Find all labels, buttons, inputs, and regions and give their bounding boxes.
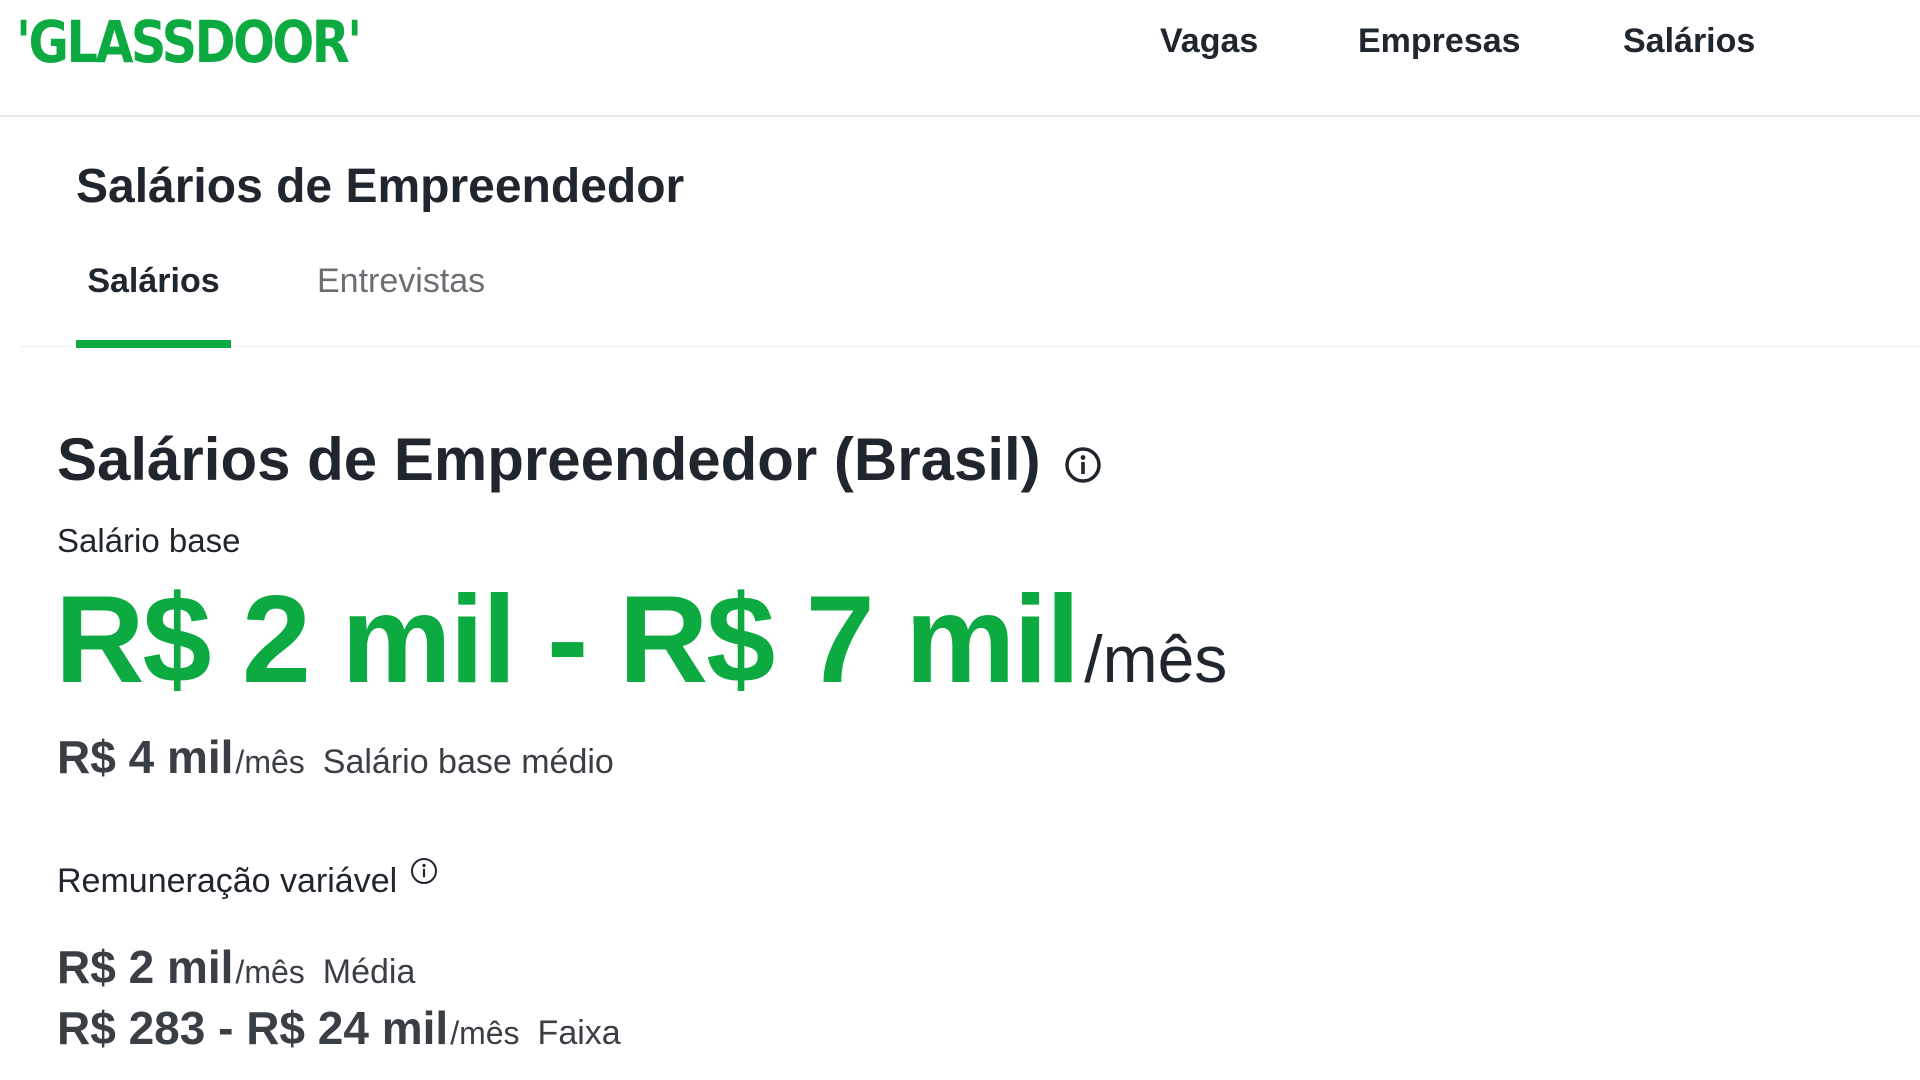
page-title-text: Salários de Empreendedor (Brasil) (57, 426, 1041, 493)
base-salary-range: R$ 2 mil - R$ 7 mil /mês (55, 575, 1227, 705)
active-tab-indicator (76, 340, 231, 348)
base-average-label: Salário base médio (322, 743, 614, 781)
nav-empresas[interactable]: Empresas (1358, 16, 1521, 66)
base-salary-average: R$ 4 mil /mês Salário base médio (57, 730, 614, 784)
variable-pay-average: R$ 2 mil /mês Média (57, 940, 415, 994)
occupation-tabs: Salários Entrevistas (20, 250, 1920, 348)
base-salary-range-unit: /mês (1084, 622, 1228, 696)
variable-pay-label-text: Remuneração variável (57, 862, 398, 900)
glassdoor-logo[interactable]: 'GLASSDOOR' (16, 6, 362, 78)
tab-entrevistas[interactable]: Entrevistas (317, 250, 485, 347)
variable-average-label: Média (322, 953, 416, 991)
variable-range-value: R$ 283 - R$ 24 mil (57, 1002, 449, 1054)
tab-salarios[interactable]: Salários (76, 250, 231, 348)
variable-range-unit: /mês (450, 1015, 520, 1051)
tab-salarios-label: Salários (87, 262, 220, 300)
variable-pay-range: R$ 283 - R$ 24 mil /mês Faixa (57, 1001, 621, 1055)
base-salary-label: Salário base (57, 522, 241, 559)
info-icon[interactable] (1063, 445, 1103, 485)
variable-average-value: R$ 2 mil (57, 941, 234, 993)
variable-range-label: Faixa (537, 1014, 621, 1052)
base-average-unit: /mês (235, 744, 305, 780)
nav-vagas[interactable]: Vagas (1160, 16, 1258, 66)
tab-entrevistas-label: Entrevistas (317, 262, 486, 300)
info-icon[interactable] (409, 856, 439, 886)
nav-salarios[interactable]: Salários (1623, 16, 1755, 66)
occupation-title: Salários de Empreendedor (76, 160, 685, 213)
page-title: Salários de Empreendedor (Brasil) (57, 425, 1103, 495)
top-header: 'GLASSDOOR' Vagas Empresas Salários (0, 0, 1920, 117)
base-average-value: R$ 4 mil (57, 731, 234, 783)
variable-average-unit: /mês (235, 954, 305, 990)
variable-pay-label: Remuneração variável (57, 858, 439, 901)
base-salary-range-value: R$ 2 mil - R$ 7 mil (55, 571, 1080, 709)
